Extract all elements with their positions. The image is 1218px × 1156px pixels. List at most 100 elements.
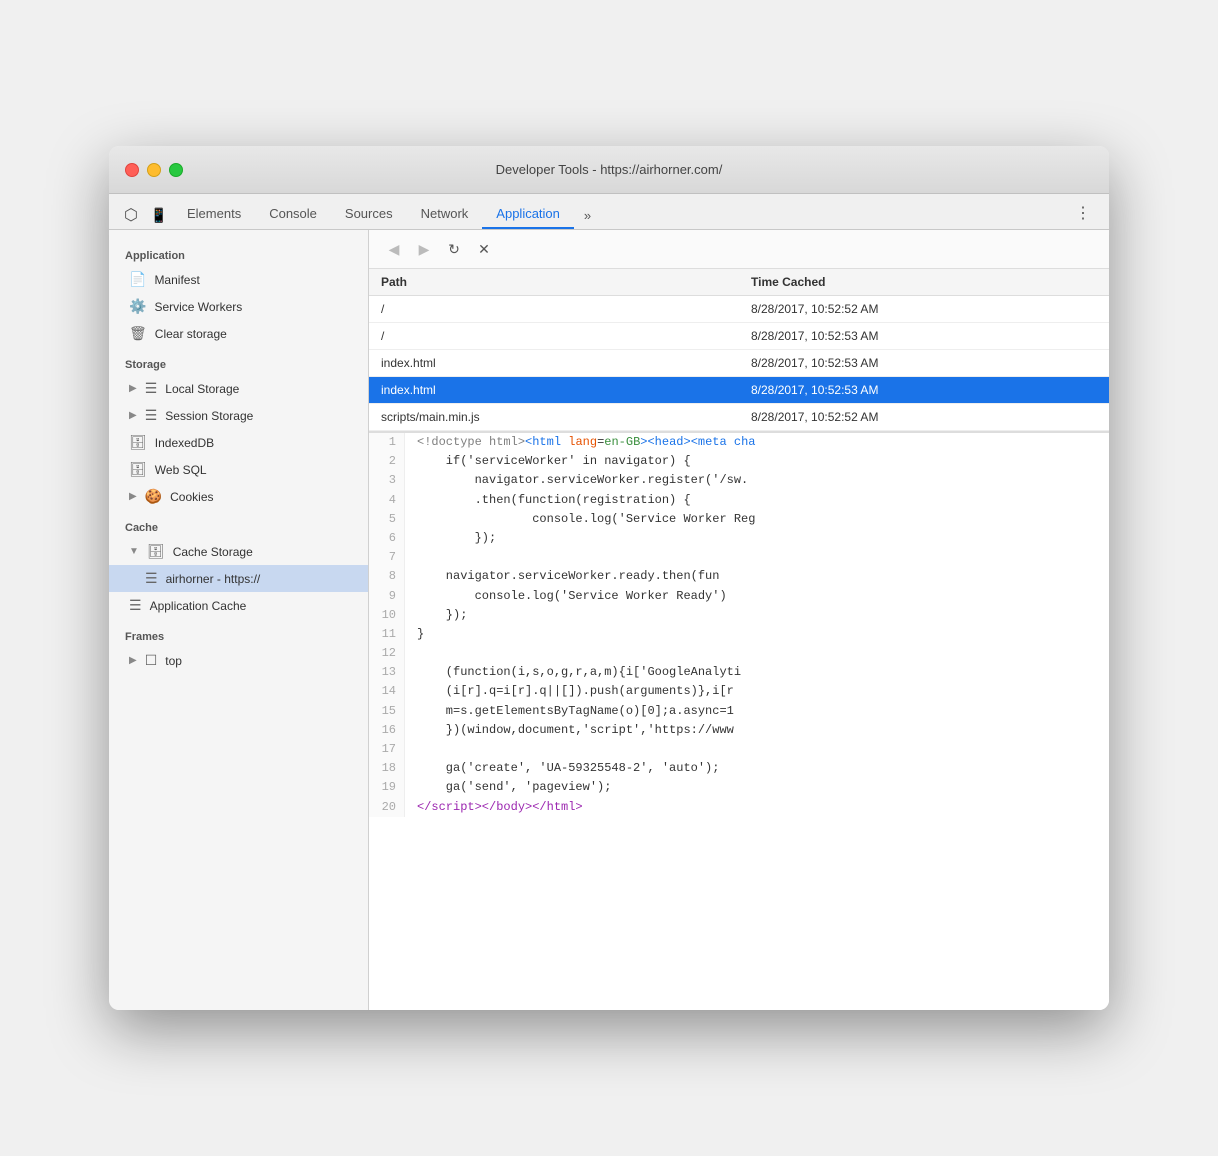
top-frame-icon: ☐	[145, 652, 158, 669]
code-line: 15 m=s.getElementsByTagName(o)[0];a.asyn…	[369, 702, 1109, 721]
line-content: })(window,document,'script','https://www	[405, 721, 746, 740]
code-line: 1<!doctype html><html lang=en-GB><head><…	[369, 433, 1109, 452]
session-storage-arrow-icon: ▶	[129, 410, 137, 421]
code-line: 17	[369, 740, 1109, 759]
col-path: Path	[369, 269, 739, 296]
code-line: 3 navigator.serviceWorker.register('/sw.	[369, 471, 1109, 490]
sidebar-item-clear-storage[interactable]: 🗑 Clear storage	[109, 320, 368, 347]
code-line: 10 });	[369, 606, 1109, 625]
line-number: 12	[369, 644, 405, 663]
line-number: 20	[369, 798, 405, 817]
sidebar-item-indexeddb[interactable]: 🗄 IndexedDB	[109, 429, 368, 456]
line-content: ga('send', 'pageview');	[405, 778, 623, 797]
sidebar-item-application-cache-label: Application Cache	[150, 599, 247, 613]
sidebar-item-web-sql[interactable]: 🗄 Web SQL	[109, 456, 368, 483]
sidebar-item-airhorner[interactable]: ☰ airhorner - https://	[109, 565, 368, 592]
sidebar-item-session-storage-label: Session Storage	[165, 409, 253, 423]
sidebar-item-service-workers-label: Service Workers	[154, 300, 242, 314]
tab-more[interactable]: »	[574, 202, 601, 229]
minimize-button[interactable]	[147, 163, 161, 177]
code-line: 4 .then(function(registration) {	[369, 491, 1109, 510]
cache-table-container: Path Time Cached /8/28/2017, 10:52:52 AM…	[369, 269, 1109, 432]
sidebar-item-application-cache[interactable]: ☰ Application Cache	[109, 592, 368, 619]
more-options-icon[interactable]: ⋮	[1065, 197, 1101, 229]
line-number: 19	[369, 778, 405, 797]
table-row[interactable]: /8/28/2017, 10:52:52 AM	[369, 296, 1109, 323]
line-content: m=s.getElementsByTagName(o)[0];a.async=1	[405, 702, 746, 721]
line-number: 9	[369, 587, 405, 606]
code-line: 13 (function(i,s,o,g,r,a,m){i['GoogleAna…	[369, 663, 1109, 682]
code-line: 5 console.log('Service Worker Reg	[369, 510, 1109, 529]
line-number: 14	[369, 682, 405, 701]
sidebar-item-manifest-label: Manifest	[154, 273, 199, 287]
line-content	[405, 548, 429, 567]
cell-time: 8/28/2017, 10:52:53 AM	[739, 350, 1109, 377]
devtools-window: Developer Tools - https://airhorner.com/…	[109, 146, 1109, 1010]
cell-time: 8/28/2017, 10:52:52 AM	[739, 296, 1109, 323]
line-number: 15	[369, 702, 405, 721]
line-content: });	[405, 606, 479, 625]
cache-storage-icon: 🗄	[147, 543, 165, 560]
sidebar-item-local-storage-label: Local Storage	[165, 382, 239, 396]
cache-storage-arrow-icon: ▼	[129, 546, 139, 557]
tab-sources[interactable]: Sources	[331, 200, 407, 229]
table-row[interactable]: index.html8/28/2017, 10:52:53 AM	[369, 377, 1109, 404]
line-content: console.log('Service Worker Ready')	[405, 587, 739, 606]
line-number: 8	[369, 567, 405, 586]
refresh-button[interactable]: ↻	[441, 236, 467, 262]
tab-console[interactable]: Console	[255, 200, 331, 229]
sidebar-item-cookies-label: Cookies	[170, 490, 213, 504]
close-button[interactable]	[125, 163, 139, 177]
sidebar-item-cache-storage[interactable]: ▼ 🗄 Cache Storage	[109, 538, 368, 565]
line-content: </script></body></html>	[405, 798, 595, 817]
device-icon[interactable]: 📱	[145, 201, 173, 229]
table-row[interactable]: index.html8/28/2017, 10:52:53 AM	[369, 350, 1109, 377]
close-cache-button[interactable]: ✕	[471, 236, 497, 262]
forward-button[interactable]: ▶	[411, 236, 437, 262]
sidebar-item-cookies[interactable]: ▶ 🍪 Cookies	[109, 483, 368, 510]
line-content: ga('create', 'UA-59325548-2', 'auto');	[405, 759, 731, 778]
tab-network[interactable]: Network	[407, 200, 483, 229]
cell-time: 8/28/2017, 10:52:53 AM	[739, 377, 1109, 404]
table-row[interactable]: scripts/main.min.js8/28/2017, 10:52:52 A…	[369, 404, 1109, 431]
code-line: 20</script></body></html>	[369, 798, 1109, 817]
title-bar: Developer Tools - https://airhorner.com/	[109, 146, 1109, 194]
code-line: 18 ga('create', 'UA-59325548-2', 'auto')…	[369, 759, 1109, 778]
line-content: navigator.serviceWorker.register('/sw.	[405, 471, 760, 490]
line-number: 11	[369, 625, 405, 644]
section-storage-header: Storage	[109, 347, 368, 375]
code-line: 8 navigator.serviceWorker.ready.then(fun	[369, 567, 1109, 586]
back-button[interactable]: ◀	[381, 236, 407, 262]
sidebar-item-service-workers[interactable]: ⚙️ Service Workers	[109, 293, 368, 320]
sidebar-item-top-label: top	[165, 654, 182, 668]
airhorner-icon: ☰	[145, 570, 158, 587]
tab-application[interactable]: Application	[482, 200, 574, 229]
maximize-button[interactable]	[169, 163, 183, 177]
line-content: console.log('Service Worker Reg	[405, 510, 767, 529]
section-cache-header: Cache	[109, 510, 368, 538]
line-number: 2	[369, 452, 405, 471]
cell-path: scripts/main.min.js	[369, 404, 739, 431]
line-content: (i[r].q=i[r].q||[]).push(arguments)},i[r	[405, 682, 746, 701]
sidebar-item-clear-storage-label: Clear storage	[155, 327, 227, 341]
sidebar-item-indexeddb-label: IndexedDB	[155, 436, 214, 450]
inspect-icon[interactable]: ⬡	[117, 201, 145, 229]
cell-time: 8/28/2017, 10:52:52 AM	[739, 404, 1109, 431]
sidebar-item-top[interactable]: ▶ ☐ top	[109, 647, 368, 674]
sidebar-item-web-sql-label: Web SQL	[155, 463, 207, 477]
indexeddb-icon: 🗄	[129, 434, 147, 451]
line-number: 1	[369, 433, 405, 452]
sidebar-item-local-storage[interactable]: ▶ ☰ Local Storage	[109, 375, 368, 402]
tab-elements[interactable]: Elements	[173, 200, 255, 229]
table-row[interactable]: /8/28/2017, 10:52:53 AM	[369, 323, 1109, 350]
code-line: 6 });	[369, 529, 1109, 548]
sidebar-item-airhorner-label: airhorner - https://	[166, 572, 261, 586]
cell-path: /	[369, 296, 739, 323]
sidebar-item-session-storage[interactable]: ▶ ☰ Session Storage	[109, 402, 368, 429]
sidebar-item-manifest[interactable]: 📄 Manifest	[109, 266, 368, 293]
cookies-icon: 🍪	[145, 488, 162, 505]
code-line: 9 console.log('Service Worker Ready')	[369, 587, 1109, 606]
line-number: 17	[369, 740, 405, 759]
code-line: 7	[369, 548, 1109, 567]
main-layout: Application 📄 Manifest ⚙️ Service Worker…	[109, 230, 1109, 1010]
